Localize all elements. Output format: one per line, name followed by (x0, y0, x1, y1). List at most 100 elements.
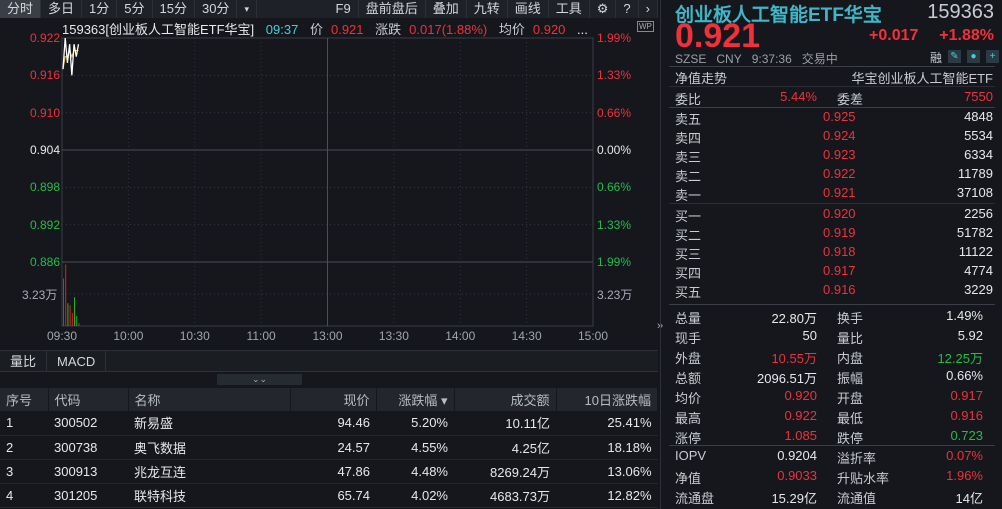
col-10d-change[interactable]: 10日涨跌幅 (556, 388, 658, 411)
y-tick-label: 0.898 (30, 180, 61, 195)
pct-tick-label: 0.66% (597, 180, 632, 195)
stat-value: 1.96% (946, 468, 983, 483)
volume-bar (78, 323, 80, 326)
cell: 2 (0, 435, 48, 460)
stat-value: 22.80万 (771, 311, 817, 326)
stat-row: 最高 0.922 最低 0.916 (675, 407, 993, 426)
table-row[interactable]: 4 301205 联特科技 65.74 4.02% 4683.73万 12.82% (0, 483, 658, 508)
bell-icon[interactable]: ● (967, 50, 980, 63)
edit-icon[interactable]: ✎ (948, 50, 961, 63)
stat-value: 2096.51万 (757, 371, 817, 386)
stat-label: 现手 (675, 331, 702, 346)
stat-row: IOPV 0.9204 溢折率 0.07% (675, 447, 993, 466)
stat-value: 0.9033 (777, 468, 817, 483)
bid-price: 0.919 (823, 225, 856, 240)
x-tick-label: 13:00 (312, 329, 343, 343)
change-pct: +1.88% (939, 27, 994, 44)
cell: 兆龙互连 (128, 459, 290, 484)
cell: 300738 (48, 435, 128, 460)
bid-price: 0.917 (823, 263, 856, 278)
quote-time: 9:37:36 (751, 52, 792, 66)
pct-tick-label: 1.33% (597, 217, 632, 232)
x-tick-label: 10:00 (113, 329, 144, 343)
stat-label: 总量 (675, 311, 702, 326)
table-row[interactable]: 2 300738 奥飞数据 24.57 4.55% 4.25亿 18.18% (0, 435, 658, 460)
ask-row[interactable]: 卖四 0.924 5534 (675, 127, 993, 146)
stat-label: 总额 (675, 371, 702, 386)
margin-icon[interactable]: 融 (930, 49, 942, 66)
cell: 65.74 (290, 483, 376, 508)
col-turnover[interactable]: 成交额 (454, 388, 557, 411)
y-tick-label: 0.910 (30, 105, 61, 120)
level-label: 买四 (675, 266, 702, 281)
table-row[interactable]: 3 300913 兆龙互连 47.86 4.48% 8269.24万 13.06% (0, 459, 658, 484)
market-status: SZSE CNY 9:37:36 交易中 (675, 50, 838, 67)
cell: 12.82% (556, 483, 658, 508)
bid-row[interactable]: 买四 0.917 4774 (675, 262, 993, 281)
stat-label: IOPV (675, 448, 707, 463)
bid-volume: 2256 (964, 206, 993, 221)
constituents-table: 序号 代码 名称 现价 涨跌幅 ▾ 成交额 10日涨跌幅 1 300502 新易盛 9… (0, 388, 658, 508)
cell: 4683.73万 (454, 483, 556, 508)
volume-bar (63, 278, 64, 326)
intraday-chart[interactable] (0, 0, 660, 350)
col-index[interactable]: 序号 (0, 388, 49, 411)
stat-value: 0.9204 (777, 448, 817, 463)
table-row[interactable]: 1 300502 新易盛 94.46 5.20% 10.11亿 25.41% (0, 411, 658, 436)
x-tick-label: 13:30 (378, 329, 409, 343)
tab-volume-ratio[interactable]: 量比 (0, 351, 48, 371)
bid-row[interactable]: 买二 0.919 51782 (675, 224, 993, 243)
level-label: 买一 (675, 209, 702, 224)
ask-row[interactable]: 卖五 0.925 4848 (675, 108, 993, 127)
stat-row: 总量 22.80万 换手 1.49% (675, 307, 993, 326)
col-name[interactable]: 名称 (128, 388, 291, 411)
ask-row[interactable]: 卖二 0.922 11789 (675, 165, 993, 184)
cell: 4.48% (376, 459, 454, 484)
volume-tick-label-right: 3.23万 (597, 288, 633, 302)
ask-row[interactable]: 卖三 0.923 6334 (675, 146, 993, 165)
ask-volume: 11789 (957, 166, 993, 181)
col-price[interactable]: 现价 (290, 388, 377, 411)
bid-row[interactable]: 买五 0.916 3229 (675, 281, 993, 300)
stat-value: 0.922 (784, 408, 817, 423)
stat-value: 0.07% (946, 448, 983, 463)
stat-row: 外盘 10.55万 内盘 12.25万 (675, 347, 993, 366)
stat-label: 流通值 (837, 491, 877, 506)
x-tick-label: 15:00 (577, 329, 609, 343)
cell: 新易盛 (128, 411, 290, 436)
col-change-pct[interactable]: 涨跌幅 ▾ (376, 388, 455, 411)
collapse-chevron-icon[interactable]: ⌄⌄ (217, 374, 302, 385)
pct-tick-label: 0.66% (597, 105, 632, 120)
level-label: 卖五 (675, 112, 702, 127)
stat-label: 开盘 (837, 391, 864, 406)
nav-trend-link[interactable]: 净值走势 (675, 68, 727, 87)
col-code[interactable]: 代码 (48, 388, 129, 411)
ask-volume: 5534 (964, 128, 993, 143)
stat-value: 5.92 (957, 328, 983, 343)
exchange: SZSE (675, 52, 707, 66)
cell: 94.46 (290, 411, 376, 436)
cell: 24.57 (290, 435, 376, 460)
cell: 8269.24万 (454, 459, 556, 484)
level-label: 买三 (675, 247, 702, 262)
bid-price: 0.918 (823, 244, 856, 259)
tab-macd[interactable]: MACD (47, 351, 107, 371)
cell: 47.86 (290, 459, 376, 484)
pct-tick-label: 1.33% (597, 68, 632, 83)
currency: CNY (716, 52, 742, 66)
stat-label: 量比 (837, 331, 864, 346)
add-icon[interactable]: + (986, 50, 999, 63)
bid-row[interactable]: 买三 0.918 11122 (675, 243, 993, 262)
cell: 4.55% (376, 435, 454, 460)
stat-label: 流通盘 (675, 491, 715, 506)
stat-value: 1.49% (946, 308, 983, 323)
stat-value: 0.723 (950, 428, 983, 443)
cell: 25.41% (556, 411, 658, 436)
bid-row[interactable]: 买一 0.920 2256 (675, 205, 993, 224)
cell: 奥飞数据 (128, 435, 290, 460)
level-label: 买五 (675, 285, 702, 300)
ask-row[interactable]: 卖一 0.921 37108 (675, 184, 993, 203)
pct-tick-label: 1.99% (597, 31, 632, 45)
bid-volume: 4774 (964, 263, 993, 278)
stat-value: 0.920 (784, 388, 817, 403)
